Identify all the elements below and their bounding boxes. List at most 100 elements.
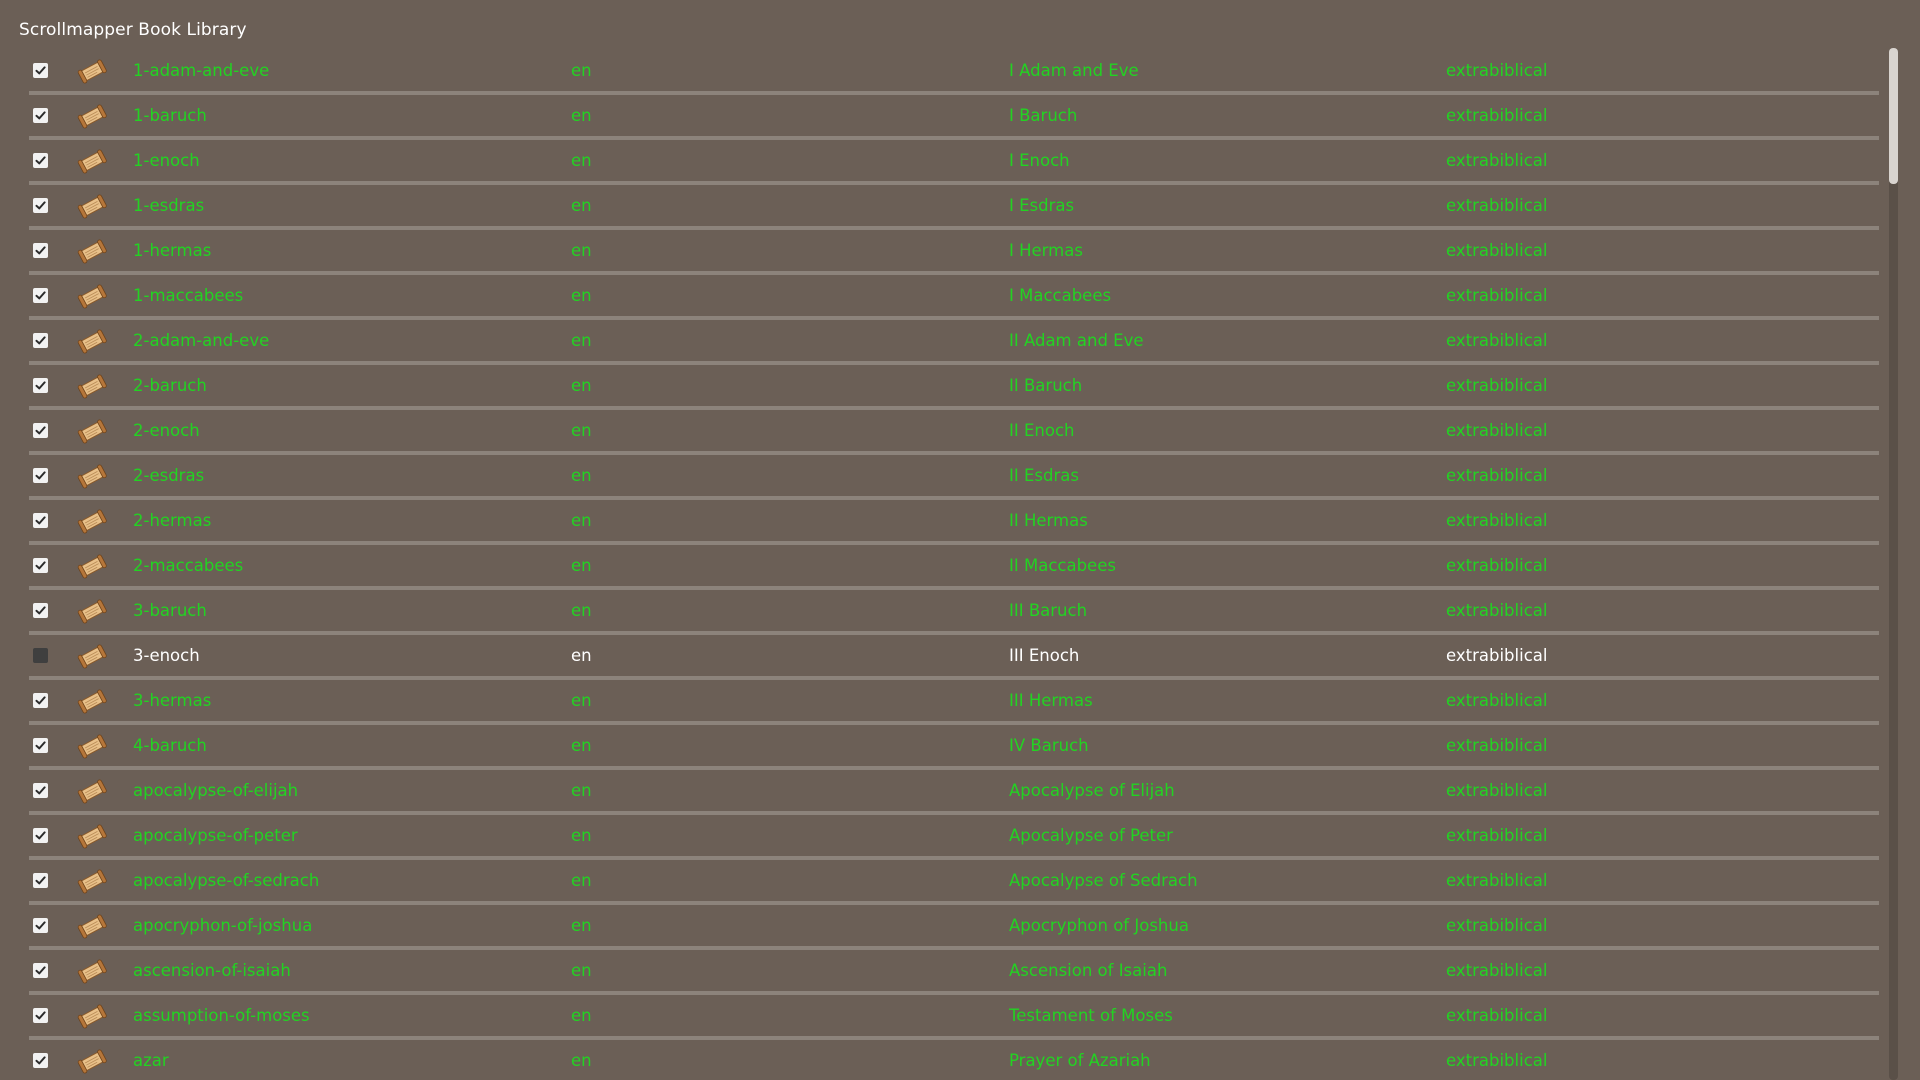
book-name: I Adam and Eve <box>1009 61 1139 80</box>
book-row-3-enoch[interactable]: 3-enoch en III Enoch extrabiblical <box>29 635 1879 680</box>
scroll-icon <box>76 100 108 132</box>
scroll-icon <box>76 550 108 582</box>
book-name: I Baruch <box>1009 106 1078 125</box>
book-row-2-adam-and-eve[interactable]: 2-adam-and-eve en II Adam and Eve extrab… <box>29 320 1879 365</box>
enable-checkbox[interactable] <box>33 153 48 168</box>
book-row-1-maccabees[interactable]: 1-maccabees en I Maccabees extrabiblical <box>29 275 1879 320</box>
book-row-apocalypse-of-elijah[interactable]: apocalypse-of-elijah en Apocalypse of El… <box>29 770 1879 815</box>
book-row-2-esdras[interactable]: 2-esdras en II Esdras extrabiblical <box>29 455 1879 500</box>
book-language: en <box>571 781 592 800</box>
scroll-icon <box>76 505 108 537</box>
book-library-window: Scrollmapper Book Library 1-adam-and-eve… <box>0 0 1920 1080</box>
book-name: I Enoch <box>1009 151 1070 170</box>
book-row-1-esdras[interactable]: 1-esdras en I Esdras extrabiblical <box>29 185 1879 230</box>
book-slug: apocalypse-of-elijah <box>133 781 299 800</box>
book-language: en <box>571 196 592 215</box>
book-row-3-hermas[interactable]: 3-hermas en III Hermas extrabiblical <box>29 680 1879 725</box>
scroll-icon <box>76 460 108 492</box>
book-list[interactable]: 1-adam-and-eve en I Adam and Eve extrabi… <box>29 50 1879 1080</box>
book-name: Apocryphon of Joshua <box>1009 916 1189 935</box>
book-row-2-hermas[interactable]: 2-hermas en II Hermas extrabiblical <box>29 500 1879 545</box>
book-slug: 2-adam-and-eve <box>133 331 270 350</box>
book-name: Prayer of Azariah <box>1009 1051 1151 1070</box>
book-name: II Maccabees <box>1009 556 1116 575</box>
enable-checkbox[interactable] <box>33 603 48 618</box>
book-row-4-baruch[interactable]: 4-baruch en IV Baruch extrabiblical <box>29 725 1879 770</box>
book-language: en <box>571 826 592 845</box>
book-category: extrabiblical <box>1446 196 1548 215</box>
scroll-icon <box>76 1000 108 1032</box>
enable-checkbox[interactable] <box>33 423 48 438</box>
enable-checkbox[interactable] <box>33 63 48 78</box>
book-row-2-enoch[interactable]: 2-enoch en II Enoch extrabiblical <box>29 410 1879 455</box>
enable-checkbox[interactable] <box>33 558 48 573</box>
book-slug: 1-esdras <box>133 196 205 215</box>
enable-checkbox[interactable] <box>33 828 48 843</box>
enable-checkbox[interactable] <box>33 288 48 303</box>
book-name: Apocalypse of Peter <box>1009 826 1173 845</box>
scroll-icon <box>76 595 108 627</box>
book-row-1-baruch[interactable]: 1-baruch en I Baruch extrabiblical <box>29 95 1879 140</box>
book-row-azar[interactable]: azar en Prayer of Azariah extrabiblical <box>29 1040 1879 1080</box>
book-category: extrabiblical <box>1446 376 1548 395</box>
scroll-icon <box>76 820 108 852</box>
scroll-icon <box>76 775 108 807</box>
scroll-icon <box>76 325 108 357</box>
enable-checkbox[interactable] <box>33 738 48 753</box>
book-row-2-maccabees[interactable]: 2-maccabees en II Maccabees extrabiblica… <box>29 545 1879 590</box>
enable-checkbox[interactable] <box>33 693 48 708</box>
book-slug: 2-maccabees <box>133 556 244 575</box>
book-language: en <box>571 556 592 575</box>
enable-checkbox[interactable] <box>33 468 48 483</box>
enable-checkbox[interactable] <box>33 198 48 213</box>
book-slug: 2-enoch <box>133 421 200 440</box>
book-category: extrabiblical <box>1446 826 1548 845</box>
book-row-apocalypse-of-peter[interactable]: apocalypse-of-peter en Apocalypse of Pet… <box>29 815 1879 860</box>
scroll-icon <box>76 55 108 87</box>
scroll-icon <box>76 685 108 717</box>
book-row-apocryphon-of-joshua[interactable]: apocryphon-of-joshua en Apocryphon of Jo… <box>29 905 1879 950</box>
book-category: extrabiblical <box>1446 1006 1548 1025</box>
book-row-1-adam-and-eve[interactable]: 1-adam-and-eve en I Adam and Eve extrabi… <box>29 50 1879 95</box>
book-category: extrabiblical <box>1446 556 1548 575</box>
book-category: extrabiblical <box>1446 151 1548 170</box>
enable-checkbox[interactable] <box>33 918 48 933</box>
enable-checkbox[interactable] <box>33 648 48 663</box>
book-language: en <box>571 646 592 665</box>
enable-checkbox[interactable] <box>33 1008 48 1023</box>
book-row-3-baruch[interactable]: 3-baruch en III Baruch extrabiblical <box>29 590 1879 635</box>
book-name: III Hermas <box>1009 691 1093 710</box>
book-category: extrabiblical <box>1446 736 1548 755</box>
book-slug: 2-hermas <box>133 511 212 530</box>
book-slug: 3-hermas <box>133 691 212 710</box>
enable-checkbox[interactable] <box>33 873 48 888</box>
scroll-icon <box>76 370 108 402</box>
book-row-apocalypse-of-sedrach[interactable]: apocalypse-of-sedrach en Apocalypse of S… <box>29 860 1879 905</box>
book-language: en <box>571 871 592 890</box>
book-language: en <box>571 961 592 980</box>
book-category: extrabiblical <box>1446 601 1548 620</box>
scroll-icon <box>76 190 108 222</box>
enable-checkbox[interactable] <box>33 783 48 798</box>
vertical-scrollbar[interactable] <box>1889 48 1898 1080</box>
scrollbar-thumb[interactable] <box>1889 48 1898 184</box>
enable-checkbox[interactable] <box>33 963 48 978</box>
book-category: extrabiblical <box>1446 61 1548 80</box>
enable-checkbox[interactable] <box>33 378 48 393</box>
book-slug: apocryphon-of-joshua <box>133 916 313 935</box>
book-row-2-baruch[interactable]: 2-baruch en II Baruch extrabiblical <box>29 365 1879 410</box>
book-row-ascension-of-isaiah[interactable]: ascension-of-isaiah en Ascension of Isai… <box>29 950 1879 995</box>
scroll-icon <box>76 865 108 897</box>
enable-checkbox[interactable] <box>33 513 48 528</box>
book-row-1-enoch[interactable]: 1-enoch en I Enoch extrabiblical <box>29 140 1879 185</box>
book-name: II Enoch <box>1009 421 1075 440</box>
enable-checkbox[interactable] <box>33 1053 48 1068</box>
book-language: en <box>571 1006 592 1025</box>
enable-checkbox[interactable] <box>33 108 48 123</box>
book-language: en <box>571 736 592 755</box>
enable-checkbox[interactable] <box>33 333 48 348</box>
book-name: II Baruch <box>1009 376 1083 395</box>
book-row-1-hermas[interactable]: 1-hermas en I Hermas extrabiblical <box>29 230 1879 275</box>
book-row-assumption-of-moses[interactable]: assumption-of-moses en Testament of Mose… <box>29 995 1879 1040</box>
enable-checkbox[interactable] <box>33 243 48 258</box>
